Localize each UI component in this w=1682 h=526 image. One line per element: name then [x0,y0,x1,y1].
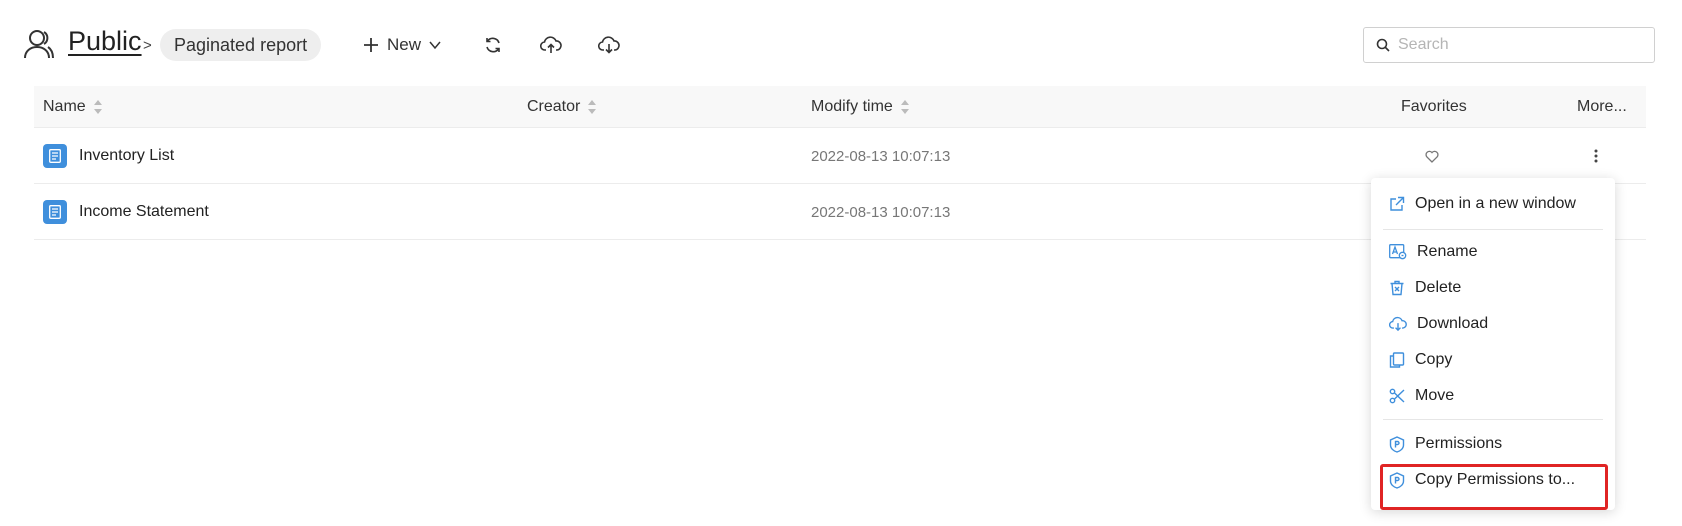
sort-icon [93,100,102,114]
menu-item-label: Copy Permissions to... [1415,471,1576,488]
search-box[interactable] [1363,27,1655,63]
file-name-cell[interactable]: Inventory List [43,128,174,184]
upload-cloud-icon [540,36,562,53]
menu-item-rename[interactable]: Rename [1371,235,1615,269]
external-link-icon [1390,196,1405,211]
modify-time-cell: 2022-08-13 10:07:13 [811,147,951,165]
menu-item-label: Open in a new window [1415,195,1576,212]
table-header: Name Creator Modify time Favorites More.… [34,86,1646,128]
download-button[interactable] [594,30,624,60]
refresh-icon [486,37,500,53]
table-row[interactable]: Inventory List 2022-08-13 10:07:13 [34,128,1646,184]
column-header-modify-time[interactable]: Modify time [811,86,909,128]
file-name: Income Statement [79,203,209,220]
top-bar: Public > Paginated report New [0,0,1682,80]
shield-icon [1389,471,1405,489]
breadcrumb-current[interactable]: Paginated report [160,29,322,61]
refresh-button[interactable] [478,30,508,60]
menu-divider [1383,419,1603,420]
shield-icon [1389,435,1405,453]
scissors-icon [1389,388,1405,404]
menu-item-open-new-window[interactable]: Open in a new window [1371,187,1615,221]
file-name: Inventory List [79,147,175,164]
column-header-name-label: Name [43,98,86,115]
modify-time-cell: 2022-08-13 10:07:13 [811,203,951,221]
menu-item-label: Rename [1417,243,1478,260]
trash-icon [1390,280,1404,296]
menu-item-copy[interactable]: Copy [1371,343,1615,377]
plus-icon [364,38,378,52]
menu-item-label: Move [1415,387,1455,404]
sort-icon [900,100,909,114]
menu-item-permissions[interactable]: Permissions [1371,427,1615,461]
search-icon [1376,38,1390,52]
column-header-creator[interactable]: Creator [527,86,597,128]
menu-item-label: Delete [1415,279,1462,296]
context-menu: Open in a new window Rename Delete Downl… [1371,178,1615,510]
users-icon [24,30,54,59]
breadcrumb-separator: > [143,37,152,54]
menu-item-label: Download [1417,315,1489,332]
column-header-name[interactable]: Name [43,86,102,128]
more-options-button[interactable] [1594,128,1598,184]
column-header-creator-label: Creator [527,98,581,115]
rename-icon [1389,244,1407,260]
new-button[interactable]: New [363,30,441,60]
copy-icon [1389,352,1405,368]
heart-icon [1425,150,1439,163]
column-header-more-label: More... [1577,98,1627,115]
upload-button[interactable] [536,30,566,60]
download-cloud-icon [598,36,620,54]
menu-item-download[interactable]: Download [1371,307,1615,341]
menu-item-label: Permissions [1415,435,1503,452]
menu-item-copy-permissions[interactable]: Copy Permissions to... [1371,463,1615,497]
favorite-button[interactable] [1425,128,1439,184]
breadcrumb-public-link[interactable]: Public [68,26,142,57]
menu-item-delete[interactable]: Delete [1371,271,1615,305]
vertical-ellipsis-icon [1594,149,1598,163]
file-name-cell[interactable]: Income Statement [43,184,209,240]
menu-divider [1383,229,1603,230]
menu-item-move[interactable]: Move [1371,379,1615,413]
search-input[interactable] [1398,36,1638,54]
report-file-icon [43,144,67,168]
new-button-label: New [387,35,422,54]
column-header-favorites-label: Favorites [1401,98,1467,115]
chevron-down-icon [429,41,441,50]
download-cloud-icon [1389,316,1407,332]
report-file-icon [43,200,67,224]
column-header-modify-time-label: Modify time [811,98,893,115]
column-header-favorites: Favorites [1401,86,1467,128]
menu-item-label: Copy [1415,351,1453,368]
sort-icon [588,100,597,114]
column-header-more: More... [1577,86,1627,128]
